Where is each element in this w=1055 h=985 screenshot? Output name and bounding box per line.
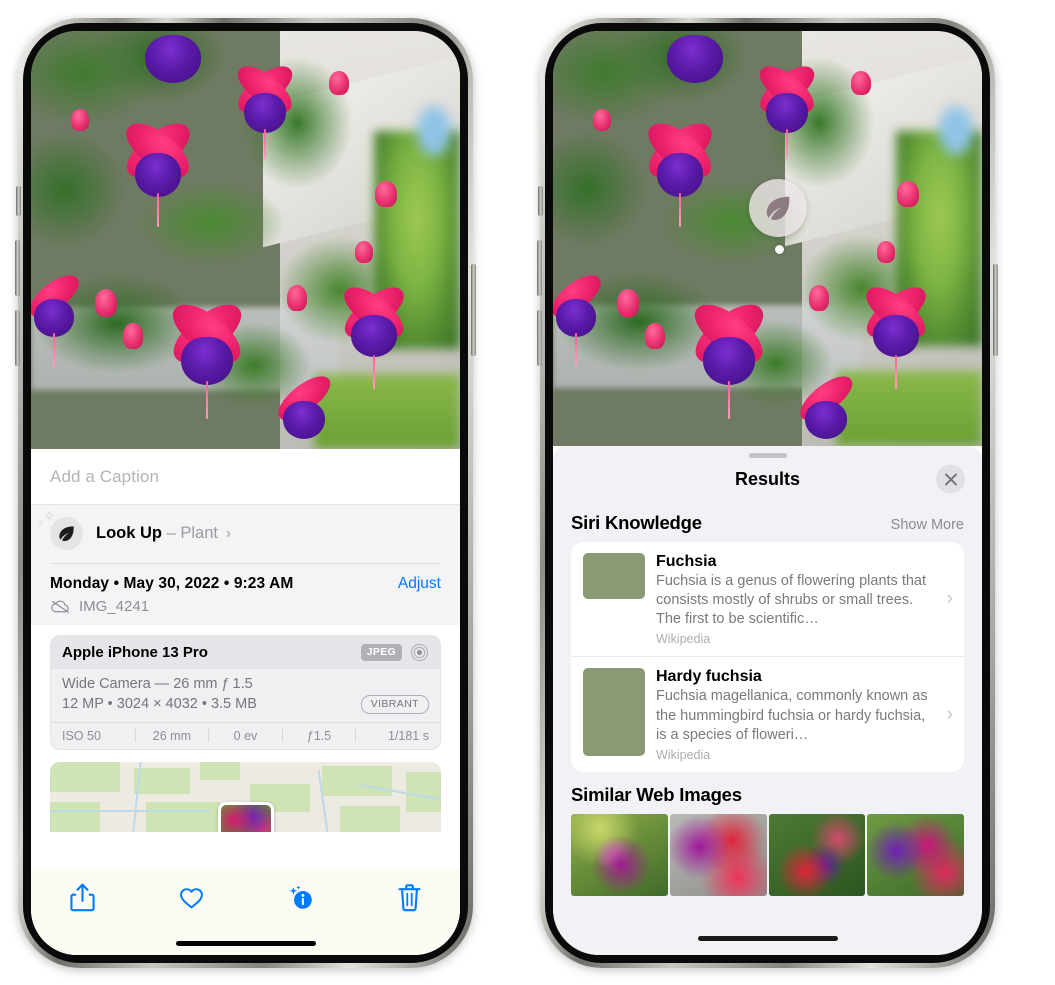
knowledge-body: Fuchsia Fuchsia is a genus of flowering … [656,553,952,646]
exif-shutter: 1/181 s [387,728,429,743]
look-up-label: Look Up – Plant › [96,524,231,543]
camera-device-name: Apple iPhone 13 Pro [62,643,208,661]
knowledge-description: Fuchsia magellanica, commonly known as t… [656,688,928,743]
icloud-slash-icon [51,600,69,613]
volume-up-button[interactable] [15,240,20,296]
silent-switch[interactable] [538,186,543,216]
photo-pin-thumbnail[interactable] [217,801,274,832]
web-image-thumbnail[interactable] [571,813,668,896]
phone-screen-right: Results Siri Knowledge Show More Fuchsia… [553,31,982,955]
photo-date: Monday • May 30, 2022 • 9:23 AM [50,574,294,592]
visual-look-up-dot [775,245,784,254]
knowledge-title: Fuchsia [656,553,717,570]
chevron-right-icon: › [225,525,231,542]
silent-switch[interactable] [16,186,21,216]
close-button[interactable] [936,464,965,494]
caption-input[interactable]: Add a Caption [50,467,159,487]
volume-down-button[interactable] [15,310,20,366]
caption-row[interactable]: Add a Caption [31,449,460,505]
photo-info-sheet: Add a Caption ✧ ✧ Look Up – Plant › Mond… [31,449,460,955]
exif-row: ISO 50 26 mm 0 ev ƒ1.5 1/181 s [51,721,440,749]
knowledge-description: Fuchsia is a genus of flowering plants t… [656,573,927,628]
results-header: Results [553,458,982,500]
siri-knowledge-header: Siri Knowledge Show More [553,500,982,542]
results-sheet: Results Siri Knowledge Show More Fuchsia… [553,446,982,955]
sparkle-icon-small: ✧ [37,518,45,528]
metadata-date-row: Monday • May 30, 2022 • 9:23 AM Adjust [50,575,441,593]
knowledge-body: Hardy fuchsia Fuchsia magellanica, commo… [656,668,952,761]
share-icon [69,883,95,912]
photographic-style-badge: VIBRANT [360,694,429,714]
flower-blooms [553,31,982,446]
adjust-button[interactable]: Adjust [398,575,441,593]
leaf-icon: ✧ ✧ [37,509,83,550]
knowledge-thumbnail [583,668,645,757]
format-badge: JPEG [360,643,402,661]
knowledge-thumbnail [583,553,645,599]
camera-card-header: Apple iPhone 13 Pro JPEG [51,635,440,669]
delete-button[interactable] [386,882,432,913]
power-button[interactable] [471,264,476,356]
knowledge-source: Wikipedia [656,632,711,647]
photo-metadata: Monday • May 30, 2022 • 9:23 AM Adjust I… [31,563,460,625]
metadata-file-row: IMG_4241 [50,598,441,615]
web-image-thumbnail[interactable] [867,813,964,896]
knowledge-title: Hardy fuchsia [656,668,762,686]
leaf-icon [766,196,790,220]
look-up-title: Look Up [96,524,162,542]
photo-filename: IMG_4241 [79,597,150,615]
home-indicator[interactable] [697,936,838,941]
similar-web-images-title: Similar Web Images [571,783,742,805]
camera-info-card[interactable]: Apple iPhone 13 Pro JPEG Wide Camera — 2… [50,634,441,750]
favorite-button[interactable] [168,882,214,913]
share-button[interactable] [59,882,105,913]
photo-location-map[interactable] [50,761,441,832]
volume-down-button[interactable] [537,310,542,366]
aperture-icon [410,643,429,661]
close-icon [944,473,957,485]
list-item[interactable]: Fuchsia Fuchsia is a genus of flowering … [571,542,964,656]
heart-icon [179,888,203,909]
knowledge-source: Wikipedia [656,747,711,762]
look-up-subject: Plant [180,524,218,542]
results-title: Results [734,468,801,489]
camera-card-body: Wide Camera — 26 mm ƒ 1.5 12 MP • 3024 ×… [51,669,440,722]
home-indicator[interactable] [175,941,316,946]
show-more-button[interactable]: Show More [891,517,964,533]
exif-iso: ISO 50 [62,728,101,743]
camera-badges: JPEG [360,643,429,662]
siri-knowledge-title: Siri Knowledge [571,512,702,533]
chevron-right-icon: › [946,588,953,610]
visual-look-up-badge[interactable] [749,179,807,237]
divider [50,563,441,564]
list-item[interactable]: Hardy fuchsia Fuchsia magellanica, commo… [571,656,964,771]
exif-aperture: ƒ1.5 [306,728,332,743]
exif-exposure: 0 ev [233,728,258,743]
similar-web-images-strip [571,813,964,896]
look-up-dash: – [166,524,176,542]
web-image-thumbnail[interactable] [768,813,866,896]
camera-specs: 12 MP • 3024 × 4032 • 3.5 MB [62,696,257,712]
pin-image [220,804,271,832]
exif-focal: 26 mm [152,728,191,743]
chevron-right-icon: › [946,703,953,725]
flower-blooms [31,31,460,449]
fuchsia-flowers-photo[interactable] [553,31,982,446]
info-button[interactable] [277,882,323,913]
trash-icon [397,884,421,912]
phone-right: Results Siri Knowledge Show More Fuchsia… [537,18,998,968]
camera-specs-row: 12 MP • 3024 × 4032 • 3.5 MB VIBRANT [62,694,429,714]
phone-left: Add a Caption ✧ ✧ Look Up – Plant › Mond… [15,18,476,968]
camera-lens-info: Wide Camera — 26 mm ƒ 1.5 [62,675,253,692]
look-up-row[interactable]: ✧ ✧ Look Up – Plant › [31,505,460,563]
fuchsia-flowers-photo[interactable] [31,31,460,449]
siri-knowledge-card: Fuchsia Fuchsia is a genus of flowering … [571,542,964,772]
web-image-thumbnail[interactable] [669,813,767,896]
phone-screen-left: Add a Caption ✧ ✧ Look Up – Plant › Mond… [31,31,460,955]
similar-web-images-header: Similar Web Images [553,772,982,814]
power-button[interactable] [993,264,998,356]
volume-up-button[interactable] [537,240,542,296]
sparkle-info-icon [289,885,312,909]
